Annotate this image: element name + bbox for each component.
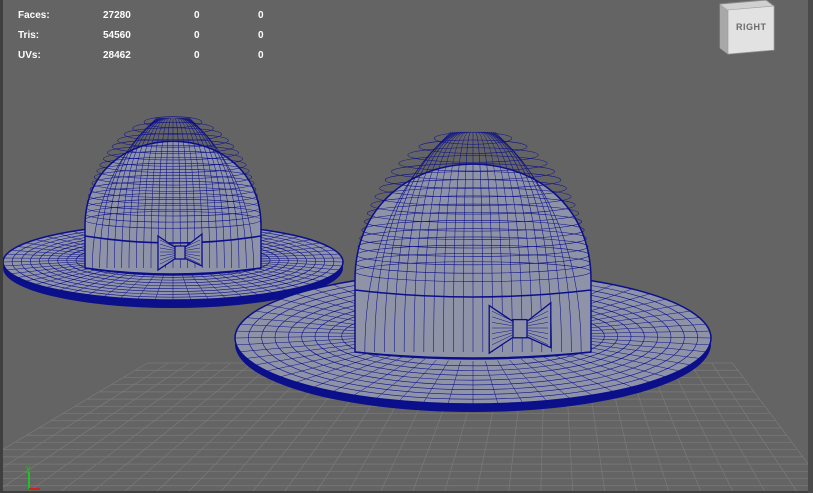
hud-value: 28462 (103, 50, 131, 61)
bow-knot (512, 318, 528, 339)
bow-knot (174, 245, 186, 260)
hud-value: 0 (258, 10, 264, 21)
hud-label: UVs: (18, 50, 41, 61)
hat-mesh-left[interactable] (2, 116, 344, 308)
axis-y-label: y (26, 463, 31, 473)
scene-canvas[interactable]: y (0, 0, 813, 493)
viewcube-face-label[interactable]: RIGHT (736, 22, 767, 32)
hud-label: Faces: (18, 10, 50, 21)
hud-row-uvs: UVs: 28462 0 0 (18, 46, 298, 66)
poly-count-hud: Faces: 27280 0 0 Tris: 54560 0 0 UVs: 28… (18, 6, 298, 66)
hud-value: 27280 (103, 10, 131, 21)
hud-row-faces: Faces: 27280 0 0 (18, 6, 298, 26)
hud-row-tris: Tris: 54560 0 0 (18, 26, 298, 46)
3d-viewport[interactable]: y Faces: 27280 0 0 Tris: 54560 0 0 UVs: … (0, 0, 813, 493)
panel-divider[interactable] (808, 0, 813, 493)
hud-value: 0 (258, 30, 264, 41)
hud-value: 0 (194, 50, 200, 61)
hud-value: 0 (258, 50, 264, 61)
hud-value: 0 (194, 30, 200, 41)
hud-label: Tris: (18, 30, 40, 41)
hud-value: 54560 (103, 30, 131, 41)
hud-value: 0 (194, 10, 200, 21)
